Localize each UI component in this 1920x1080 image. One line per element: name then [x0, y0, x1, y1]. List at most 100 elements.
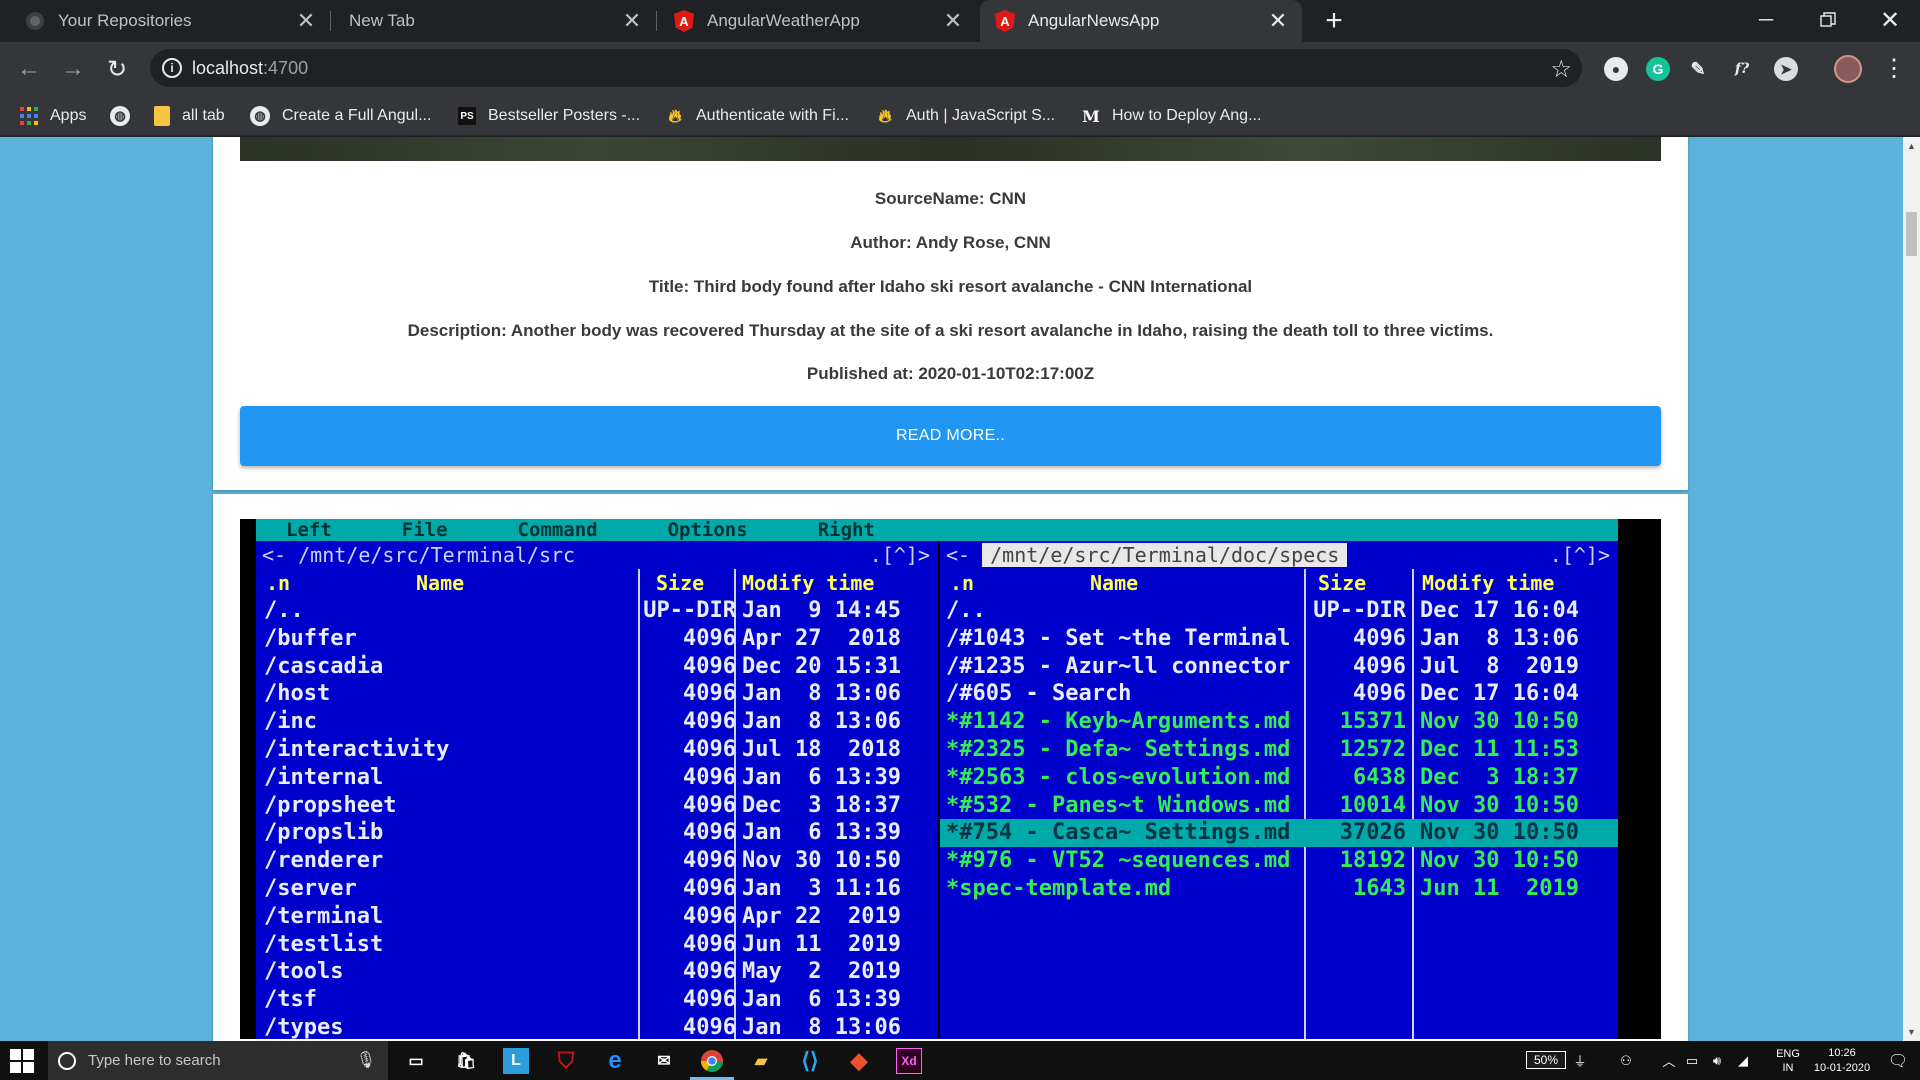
file-modify-time: Nov 30 10:50	[1420, 792, 1579, 818]
file-list-row: *#976 - VT52 ~sequences.md 18192 Nov 30 10…	[940, 847, 1618, 875]
task-view-icon[interactable]: ▭	[403, 1048, 429, 1074]
taskbar-search-box[interactable]: Type here to search 🎙︎	[48, 1041, 388, 1080]
battery-indicator[interactable]: 50%	[1526, 1051, 1566, 1069]
close-tab-icon[interactable]: ✕	[292, 7, 320, 35]
mail-icon[interactable]: ✉	[651, 1048, 677, 1074]
l-app-icon[interactable]: L	[503, 1048, 529, 1074]
bookmark-label: Apps	[50, 107, 87, 124]
col-modify-time: Modify time	[1422, 571, 1555, 595]
people-icon[interactable]: ⚇	[1614, 1041, 1638, 1080]
file-name: *#2563 - clos~evolution.md	[946, 764, 1291, 790]
file-modify-time: Apr 22 2019	[742, 903, 901, 929]
address-bar[interactable]: i localhost:4700 ☆	[150, 49, 1582, 87]
tab-angular-news-app[interactable]: A AngularNewsApp ✕	[980, 0, 1302, 42]
back-button[interactable]: ←	[12, 52, 46, 86]
profile-avatar[interactable]	[1834, 55, 1862, 83]
extension-circle-icon[interactable]: ●	[1604, 57, 1628, 81]
file-size: UP--DIR	[1313, 598, 1406, 623]
file-name: *#532 - Panes~t Windows.md	[946, 792, 1291, 818]
store-icon[interactable]: 🛍︎	[453, 1048, 479, 1074]
file-size: 4096	[683, 848, 736, 874]
terminal-menu-options: Options	[667, 519, 748, 541]
scroll-up-arrow-icon[interactable]: ▲	[1907, 141, 1916, 151]
article-source: SourceName: CNN	[874, 189, 1027, 208]
xd-icon[interactable]: Xd	[896, 1048, 922, 1074]
bookmark-globe[interactable]: ◍	[110, 104, 142, 128]
git-icon[interactable]: ◆	[846, 1048, 872, 1074]
close-tab-icon[interactable]: ✕	[939, 7, 967, 35]
bookmark-how-to-deploy[interactable]: M How to Deploy Ang...	[1082, 104, 1261, 128]
file-explorer-icon[interactable]: ▰	[748, 1048, 774, 1074]
show-hidden-icons-chevron[interactable]: ︿	[1660, 1041, 1678, 1080]
file-size: 4096	[683, 987, 736, 1013]
scroll-down-arrow-icon[interactable]: ▼	[1907, 1027, 1916, 1037]
bookmark-auth-javascript[interactable]: 🔥︎ Auth | JavaScript S...	[876, 104, 1055, 128]
file-list-row: *#754 - Casca~ Settings.md 37026 Nov 30 10…	[940, 819, 1618, 848]
file-name: /buffer	[264, 625, 357, 651]
pen-extension-icon[interactable]: ✎	[1686, 57, 1710, 81]
bookmark-star-icon[interactable]: ☆	[1550, 55, 1572, 84]
folder-icon	[154, 106, 170, 126]
file-name: *#2325 - Defa~ Settings.md	[946, 736, 1291, 762]
file-name: /..	[946, 598, 986, 623]
clock[interactable]: 10:26 10-01-2020	[1810, 1041, 1874, 1080]
tab-angular-weather-app[interactable]: A AngularWeatherApp ✕	[657, 0, 977, 42]
chrome-icon[interactable]	[699, 1048, 725, 1074]
bookmark-bestseller-posters[interactable]: PS Bestseller Posters -...	[458, 104, 640, 128]
microphone-icon[interactable]: 🎙︎	[356, 1050, 376, 1070]
notifications-icon[interactable]: 🗨︎	[1884, 1041, 1912, 1080]
file-list-row: /tools 4096 May 2 2019	[256, 958, 938, 986]
new-tab-button[interactable]: +	[1318, 4, 1350, 37]
file-list-row: /#1043 - Set ~the Terminal 4096 Jan 8 13:0…	[940, 625, 1618, 653]
bookmark-create-angular[interactable]: ◍ Create a Full Angul...	[250, 104, 431, 128]
site-info-icon[interactable]: i	[162, 58, 182, 78]
file-size: 4096	[683, 736, 736, 762]
close-window-button[interactable]: ✕	[1862, 0, 1918, 40]
edge-icon[interactable]: e	[602, 1047, 628, 1074]
file-list-row: /types 4096 Jan 8 13:06	[256, 1014, 938, 1039]
file-modify-time: Nov 30 10:50	[742, 848, 901, 874]
formula-extension-icon[interactable]: f?	[1730, 57, 1754, 81]
bookmark-apps[interactable]: Apps	[20, 104, 86, 128]
windows-start-icon[interactable]	[10, 1049, 34, 1073]
page-scrollbar[interactable]: ▲ ▼	[1903, 137, 1920, 1041]
read-more-button[interactable]: READ MORE..	[240, 406, 1661, 466]
firebase-icon: 🔥︎	[878, 105, 892, 126]
vscode-icon[interactable]: ⟨⟩	[797, 1048, 823, 1074]
article-image	[240, 137, 1661, 161]
forward-button[interactable]: →	[56, 52, 90, 86]
right-pane-corner: .[^]>	[1549, 543, 1610, 567]
wifi-icon[interactable]: ◢	[1732, 1041, 1754, 1080]
reload-button[interactable]: ↻	[100, 52, 134, 86]
scrollbar-thumb[interactable]	[1906, 212, 1917, 256]
left-pane-path: <- /mnt/e/src/Terminal/src	[262, 543, 576, 567]
bookmark-label: Auth | JavaScript S...	[906, 107, 1056, 124]
language-indicator[interactable]: ENG IN	[1768, 1041, 1808, 1080]
minimize-button[interactable]: ─	[1738, 0, 1794, 40]
medium-icon: M	[1082, 106, 1100, 126]
grammarly-icon[interactable]: G	[1646, 57, 1670, 81]
news-card: SourceName: CNN Author: Andy Rose, CNN T…	[213, 137, 1688, 490]
file-name: /#1235 - Azur~ll connector	[946, 653, 1291, 679]
tab-new-tab[interactable]: New Tab ✕	[331, 0, 656, 42]
mcafee-icon[interactable]: ⛉	[553, 1048, 579, 1074]
network-icon[interactable]: ▭	[1682, 1041, 1702, 1080]
more-menu-icon[interactable]: ⋮	[1882, 54, 1906, 84]
bookmark-all-tab[interactable]: all tab	[154, 104, 225, 128]
terminal-menu-file: File	[401, 519, 448, 541]
tab-your-repositories[interactable]: Your Repositories ✕	[0, 0, 330, 42]
bookmark-authenticate-firebase[interactable]: 🔥︎ Authenticate with Fi...	[666, 104, 849, 128]
file-list-row: /host 4096 Jan 8 13:06	[256, 680, 938, 708]
file-modify-time: Dec 11 11:53	[1420, 736, 1579, 762]
file-list-row: /propsheet 4096 Dec 3 18:37	[256, 792, 938, 820]
file-modify-time: Dec 17 16:04	[1420, 681, 1579, 707]
volume-icon[interactable]: 🔊︎	[1706, 1041, 1728, 1080]
close-tab-icon[interactable]: ✕	[618, 7, 646, 35]
restore-button[interactable]	[1800, 0, 1856, 40]
power-plug-icon[interactable]: ⏚	[1570, 1041, 1590, 1080]
file-name: /internal	[264, 764, 384, 790]
extension-compass-icon[interactable]: ➤	[1774, 57, 1798, 81]
file-name: /server	[264, 875, 357, 901]
language-top: ENG	[1776, 1047, 1800, 1060]
close-tab-icon[interactable]: ✕	[1264, 7, 1292, 35]
